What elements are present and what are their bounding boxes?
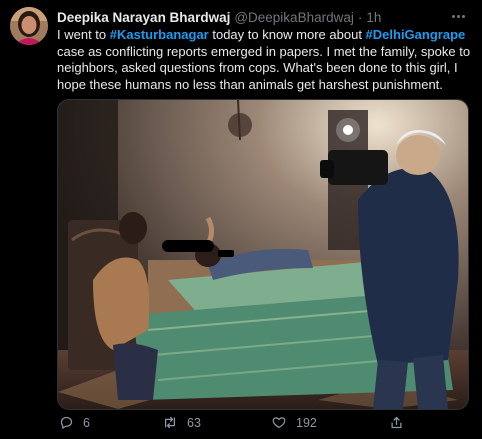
header-separator: · xyxy=(357,9,363,25)
hashtag-delhigangrape[interactable]: #DelhiGangrape xyxy=(366,27,466,42)
tweet-media-photo[interactable] xyxy=(57,99,469,410)
like-count: 192 xyxy=(296,415,317,430)
photo-scene xyxy=(58,100,468,409)
author-handle[interactable]: @DeepikaBhardwaj xyxy=(234,10,354,25)
reply-count: 6 xyxy=(83,415,90,430)
reply-icon xyxy=(60,416,73,429)
hashtag-kasturbanagar[interactable]: #Kasturbanagar xyxy=(110,27,209,42)
tweet-action-bar: 6 63 192 xyxy=(57,415,467,435)
heart-icon xyxy=(272,417,286,429)
like-button[interactable]: 192 xyxy=(271,415,317,430)
tweet-timestamp[interactable]: 1h xyxy=(366,10,381,25)
retweet-button[interactable]: 63 xyxy=(162,415,201,430)
author-display-name[interactable]: Deepika Narayan Bhardwaj xyxy=(57,10,230,25)
share-icon xyxy=(391,416,402,429)
retweet-count: 63 xyxy=(187,415,201,430)
tweet-text-segment: today to know more about xyxy=(208,27,366,42)
reply-button[interactable]: 6 xyxy=(59,415,90,430)
tweet-header: Deepika Narayan Bhardwaj @DeepikaBhardwa… xyxy=(57,8,381,26)
tweet[interactable]: Deepika Narayan Bhardwaj @DeepikaBhardwa… xyxy=(0,0,482,439)
retweet-icon xyxy=(165,416,175,429)
avatar[interactable] xyxy=(10,7,48,45)
tweet-text-segment: case as conflicting reports emerged in p… xyxy=(57,43,471,92)
tweet-text: I went to #Kasturbanagar today to know m… xyxy=(57,27,472,93)
more-horizontal-icon[interactable] xyxy=(448,8,468,24)
tweet-text-segment: I went to xyxy=(57,27,110,42)
share-button[interactable] xyxy=(389,415,404,430)
